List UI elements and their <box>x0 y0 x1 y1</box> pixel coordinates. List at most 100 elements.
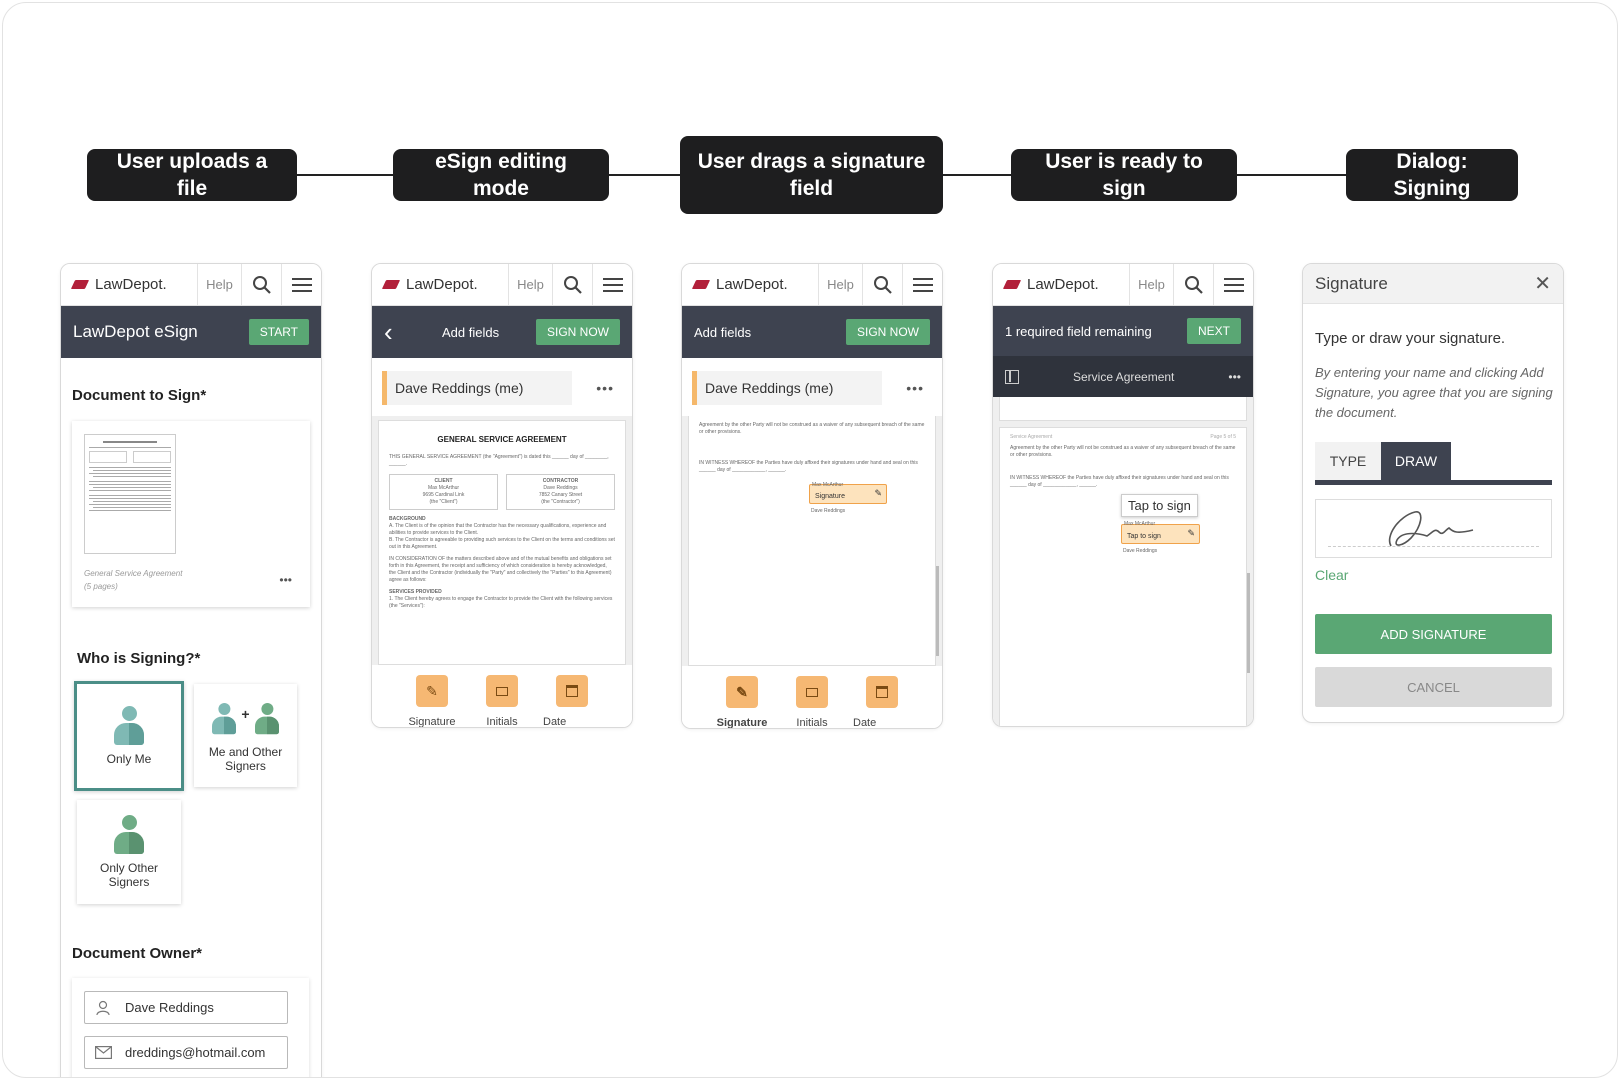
menu-icon[interactable] <box>281 264 321 305</box>
tap-to-sign-label: Tap to sign <box>1127 533 1161 540</box>
option-label: Me and Other Signers <box>208 744 283 773</box>
scrollbar[interactable] <box>1247 573 1250 673</box>
pen-icon: ✎ <box>426 682 438 699</box>
owner-email-value: dreddings@hotmail.com <box>125 1045 266 1060</box>
more-icon[interactable]: ••• <box>1228 370 1241 384</box>
logo-text: LawDepot. <box>1027 276 1099 293</box>
esign-header: LawDepot eSign START <box>61 306 321 358</box>
initials-tool[interactable]: Initials <box>473 675 531 728</box>
help-link[interactable]: Help <box>197 264 241 305</box>
tool-label: Initials <box>486 716 518 728</box>
add-signature-button[interactable]: ADD SIGNATURE <box>1315 614 1552 654</box>
search-icon[interactable] <box>862 264 902 305</box>
step-label-3: User drags a signature field <box>680 136 943 214</box>
tab-draw[interactable]: DRAW <box>1381 442 1451 480</box>
signature-field-label: Signature <box>815 493 845 500</box>
signature-tool[interactable]: ✎ Signature <box>403 675 461 728</box>
more-icon[interactable]: ••• <box>596 380 614 396</box>
signature-tool[interactable]: ✎ Signature <box>713 676 771 729</box>
services-heading: SERVICES PROVIDED <box>389 589 442 595</box>
tool-label: Date Signed <box>543 716 567 728</box>
doc-paragraph: IN WITNESS WHEREOF the Parties have duly… <box>1010 475 1229 488</box>
page-header: Service Agreement <box>1010 434 1053 440</box>
more-icon[interactable]: ••• <box>906 380 924 396</box>
owner-email-field[interactable]: dreddings@hotmail.com <box>84 1036 288 1069</box>
menu-icon[interactable] <box>592 264 632 305</box>
top-bar: LawDepot. Help <box>372 264 632 306</box>
option-only-others[interactable]: Only Other Signers <box>77 800 181 904</box>
signature-pad[interactable] <box>1315 499 1552 558</box>
signature-field-placed[interactable]: Max McArthur Signature ✎ <box>809 482 887 504</box>
doc-paragraph: A. The Client is of the opinion that the… <box>389 523 607 536</box>
legal-notice: By entering your name and clicking Add S… <box>1315 365 1553 420</box>
start-button[interactable]: START <box>248 319 309 345</box>
signature-tabs: TYPE DRAW <box>1315 442 1552 485</box>
doc-paragraph: IN CONSIDERATION OF the matters describe… <box>389 556 612 583</box>
step-label-2: eSign editing mode <box>393 149 609 201</box>
lawdepot-logo[interactable]: LawDepot. <box>61 264 197 305</box>
top-bar: LawDepot. Help <box>993 264 1253 306</box>
doc-paragraph: IN WITNESS WHEREOF the Parties have duly… <box>699 460 918 473</box>
tap-to-sign-field[interactable]: Max McArthur Tap to sign ✎ <box>1121 521 1200 544</box>
search-icon[interactable] <box>241 264 281 305</box>
document-thumbnail <box>84 434 176 554</box>
signer-selector[interactable]: Dave Reddings (me) ••• <box>382 366 624 410</box>
signer-selector[interactable]: Dave Reddings (me) ••• <box>692 366 934 410</box>
document-viewer[interactable]: Agreement by the other Party will not be… <box>682 416 942 666</box>
close-icon[interactable]: ✕ <box>1534 271 1551 296</box>
signer-name: Dave Reddings (me) <box>692 371 882 405</box>
next-button[interactable]: NEXT <box>1186 318 1241 344</box>
menu-icon[interactable] <box>902 264 942 305</box>
menu-icon[interactable] <box>1213 264 1253 305</box>
document-menu-icon[interactable]: ••• <box>279 573 292 587</box>
scrollbar[interactable] <box>936 566 939 656</box>
lawdepot-logo[interactable]: LawDepot. <box>682 264 818 305</box>
required-fields-bar: 1 required field remaining NEXT <box>993 306 1253 356</box>
canvas: User uploads a file eSign editing mode U… <box>2 2 1618 1078</box>
signer-name-below: Dave Reddings <box>811 508 846 514</box>
help-link[interactable]: Help <box>1129 264 1173 305</box>
initials-icon <box>806 687 818 697</box>
screen-editing: LawDepot. Help ‹ Add fields SIGN NOW Dav… <box>371 263 633 728</box>
dialog-title: Signature <box>1315 273 1388 293</box>
tool-label: Date Signed <box>853 717 877 729</box>
date-tool[interactable]: Date Signed <box>853 676 911 729</box>
back-icon[interactable]: ‹ <box>384 319 424 345</box>
sidebar-toggle-icon[interactable] <box>1005 369 1019 384</box>
bar-title: Add fields <box>694 324 752 340</box>
document-name: General Service Agreement <box>84 569 183 578</box>
option-only-me[interactable]: Only Me <box>74 681 184 791</box>
initials-tool[interactable]: Initials <box>783 676 841 728</box>
owner-name-field[interactable]: Dave Reddings <box>84 991 288 1024</box>
tap-to-sign-tooltip: Tap to sign <box>1121 494 1198 517</box>
document-viewer[interactable]: GENERAL SERVICE AGREEMENT THIS GENERAL S… <box>372 416 632 665</box>
tool-label: Signature <box>408 716 456 728</box>
tab-type[interactable]: TYPE <box>1315 442 1381 480</box>
document-viewer[interactable]: Service Agreement Page 5 of 5 Agreement … <box>993 397 1253 726</box>
cancel-button[interactable]: CANCEL <box>1315 667 1552 707</box>
tool-label: Signature <box>716 717 768 729</box>
document-card[interactable]: General Service Agreement (5 pages) ••• <box>72 421 310 607</box>
search-icon[interactable] <box>1173 264 1213 305</box>
clear-link[interactable]: Clear <box>1315 567 1348 583</box>
help-link[interactable]: Help <box>508 264 552 305</box>
lawdepot-logo[interactable]: LawDepot. <box>993 264 1129 305</box>
logo-text: LawDepot. <box>95 276 167 293</box>
search-icon[interactable] <box>552 264 592 305</box>
top-bar: LawDepot. Help <box>682 264 942 306</box>
step-label-5: Dialog: Signing <box>1346 149 1518 201</box>
background-heading: BACKGROUND <box>389 516 426 522</box>
pen-icon: ✎ <box>736 683 748 700</box>
page-title: LawDepot eSign <box>73 322 198 341</box>
group-icon: + <box>209 699 281 739</box>
initials-icon <box>496 686 508 696</box>
date-tool[interactable]: Date Signed <box>543 675 601 728</box>
doc-paragraph: Agreement by the other Party will not be… <box>1010 445 1236 458</box>
person-icon <box>114 706 144 746</box>
sign-now-button[interactable]: SIGN NOW <box>846 319 930 345</box>
lawdepot-logo[interactable]: LawDepot. <box>372 264 508 305</box>
help-link[interactable]: Help <box>818 264 862 305</box>
signer-name-below: Dave Reddings <box>1123 548 1158 554</box>
option-me-and-others[interactable]: + Me and Other Signers <box>194 684 297 787</box>
sign-now-button[interactable]: SIGN NOW <box>536 319 620 345</box>
